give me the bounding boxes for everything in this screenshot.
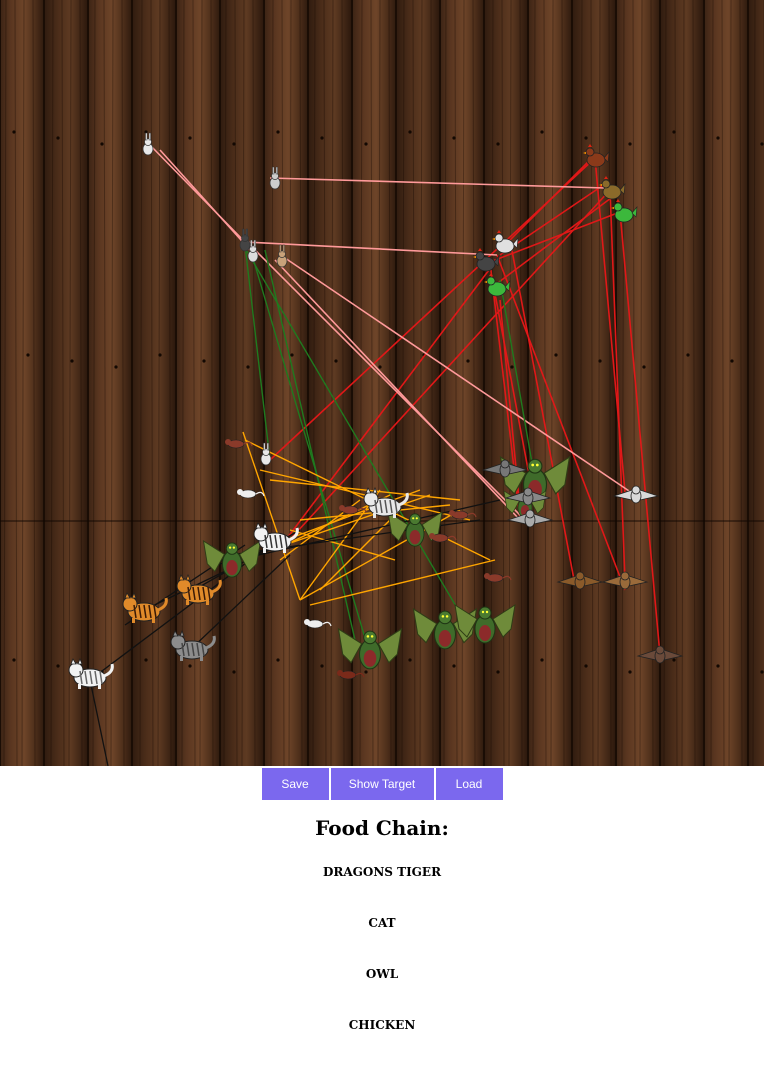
load-button[interactable]: Load <box>435 768 503 800</box>
food-chain-list: DRAGONS TIGER CAT OWL CHICKEN <box>0 864 764 1068</box>
food-chain-title: Food Chain: <box>315 816 449 840</box>
game-canvas[interactable] <box>0 0 764 766</box>
food-chain-level-1: DRAGONS TIGER <box>322 865 442 879</box>
game-board[interactable] <box>0 0 764 766</box>
food-chain-level-3: OWL <box>365 967 399 981</box>
show-target-button[interactable]: Show Target <box>330 768 434 800</box>
food-chain-level-4: CHICKEN <box>348 1018 416 1032</box>
food-chain-level-2: CAT <box>368 916 396 930</box>
toolbar: Save Show Target Load <box>0 768 764 802</box>
save-button[interactable]: Save <box>261 768 329 800</box>
